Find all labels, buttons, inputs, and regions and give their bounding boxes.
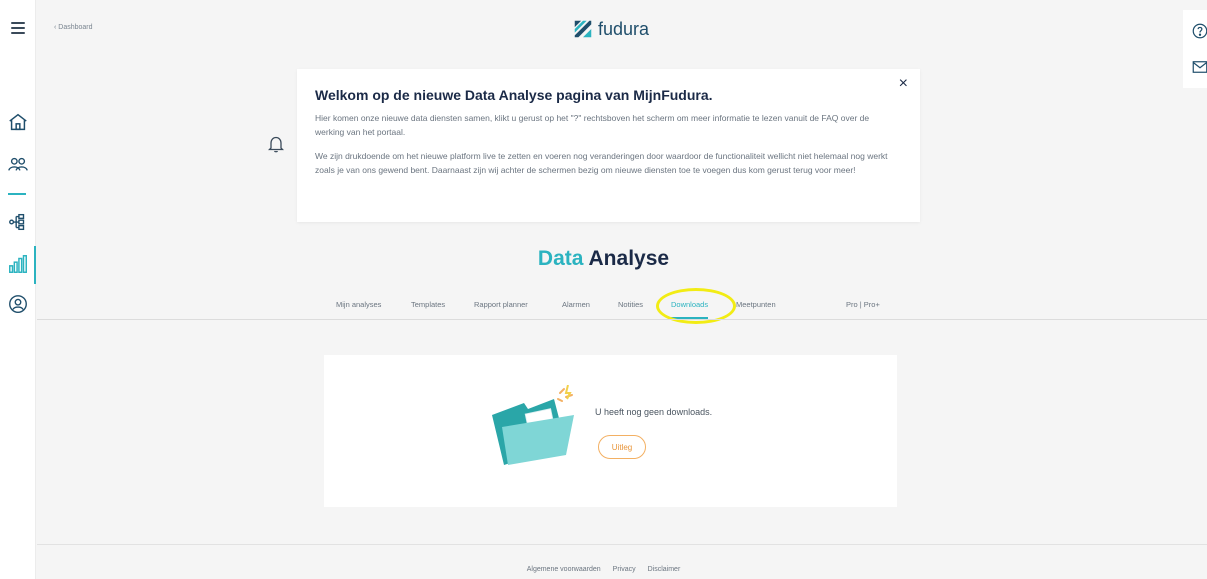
tab-notities[interactable]: Notities	[618, 298, 643, 311]
hierarchy-icon[interactable]	[7, 211, 29, 233]
footer-link-disclaimer[interactable]: Disclaimer	[648, 566, 681, 573]
folder-icon	[484, 385, 584, 470]
tab-templates[interactable]: Templates	[411, 298, 445, 311]
downloads-empty-state: U heeft nog geen downloads. Uitleg	[324, 355, 897, 507]
page-title: Data Analyse	[0, 247, 1207, 271]
group-icon[interactable]	[7, 153, 29, 175]
page-title-part1: Data	[537, 247, 584, 270]
tab-rapport-planner[interactable]: Rapport planner	[474, 298, 528, 311]
welcome-paragraph-1: Hier komen onze nieuwe data diensten sam…	[315, 113, 870, 137]
rail-divider	[8, 193, 26, 195]
logo-mark-icon	[572, 18, 594, 40]
welcome-paragraph-2: We zijn drukdoende om het nieuwe platfor…	[315, 151, 888, 175]
menu-icon[interactable]	[11, 22, 25, 37]
page-title-part2: Analyse	[588, 247, 670, 270]
footer-link-privacy[interactable]: Privacy	[613, 566, 636, 573]
uitleg-button[interactable]: Uitleg	[598, 435, 646, 459]
bell-icon[interactable]	[268, 135, 284, 153]
footer: Algemene voorwaarden Privacy Disclaimer	[0, 566, 1207, 573]
close-icon[interactable]: ×	[899, 75, 908, 93]
right-sidebar	[1183, 10, 1207, 88]
home-icon[interactable]	[7, 111, 29, 133]
logo-text: fudura	[598, 18, 650, 39]
tab-pro[interactable]: Pro | Pro+	[846, 298, 880, 311]
fudura-logo[interactable]: fudura	[572, 18, 649, 40]
tab-meetpunten[interactable]: Meetpunten	[736, 298, 776, 311]
left-sidebar	[0, 0, 36, 579]
welcome-card: Welkom op de nieuwe Data Analyse pagina …	[297, 69, 920, 222]
back-to-dashboard-link[interactable]: ‹ Dashboard	[54, 24, 93, 31]
tab-mijn-analyses[interactable]: Mijn analyses	[336, 298, 381, 311]
user-circle-icon[interactable]	[7, 293, 29, 315]
help-icon[interactable]	[1191, 22, 1207, 40]
footer-link-voorwaarden[interactable]: Algemene voorwaarden	[527, 566, 601, 573]
tab-alarmen[interactable]: Alarmen	[562, 298, 590, 311]
empty-message: U heeft nog geen downloads.	[595, 407, 713, 417]
welcome-title: Welkom op de nieuwe Data Analyse pagina …	[315, 87, 713, 103]
footer-divider	[37, 544, 1207, 545]
mail-icon[interactable]	[1191, 58, 1207, 76]
tab-divider	[37, 319, 1207, 320]
